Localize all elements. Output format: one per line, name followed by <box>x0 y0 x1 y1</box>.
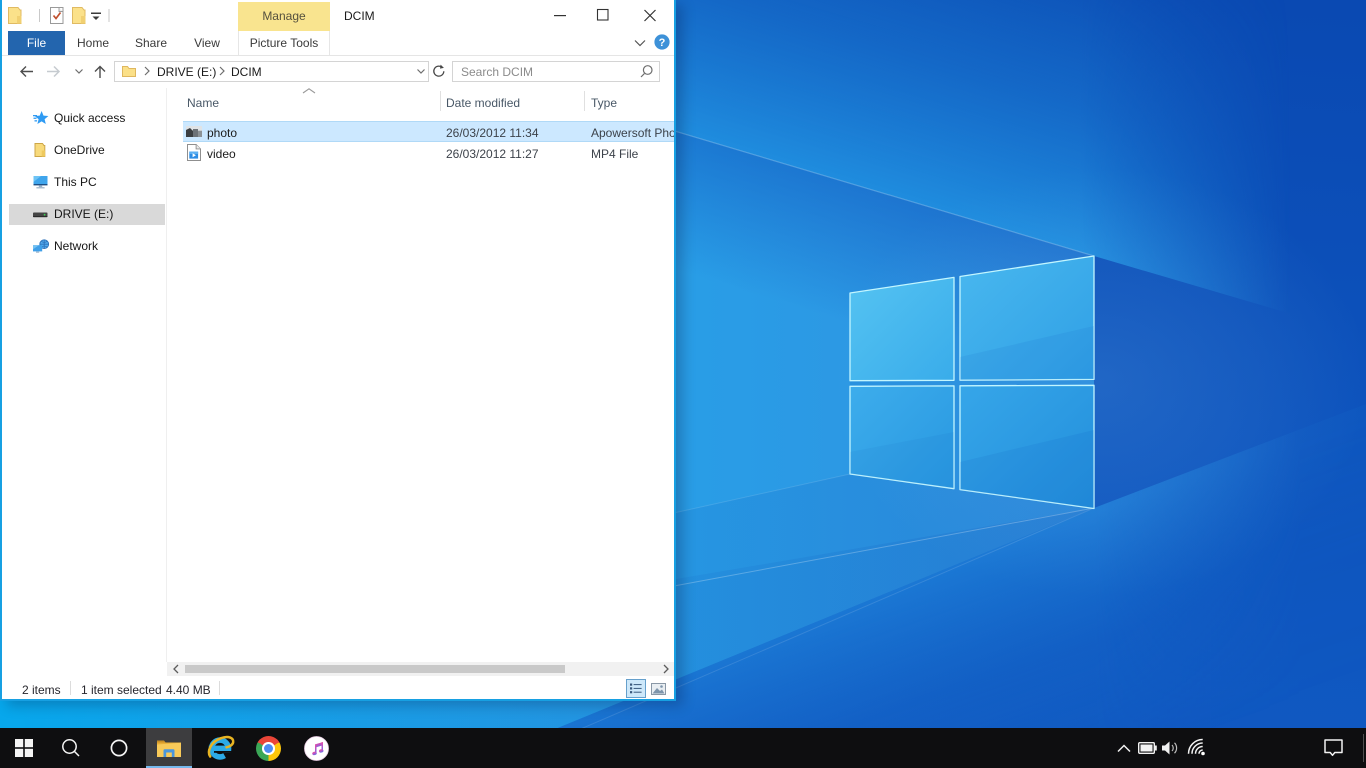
svg-text:?: ? <box>659 37 666 49</box>
